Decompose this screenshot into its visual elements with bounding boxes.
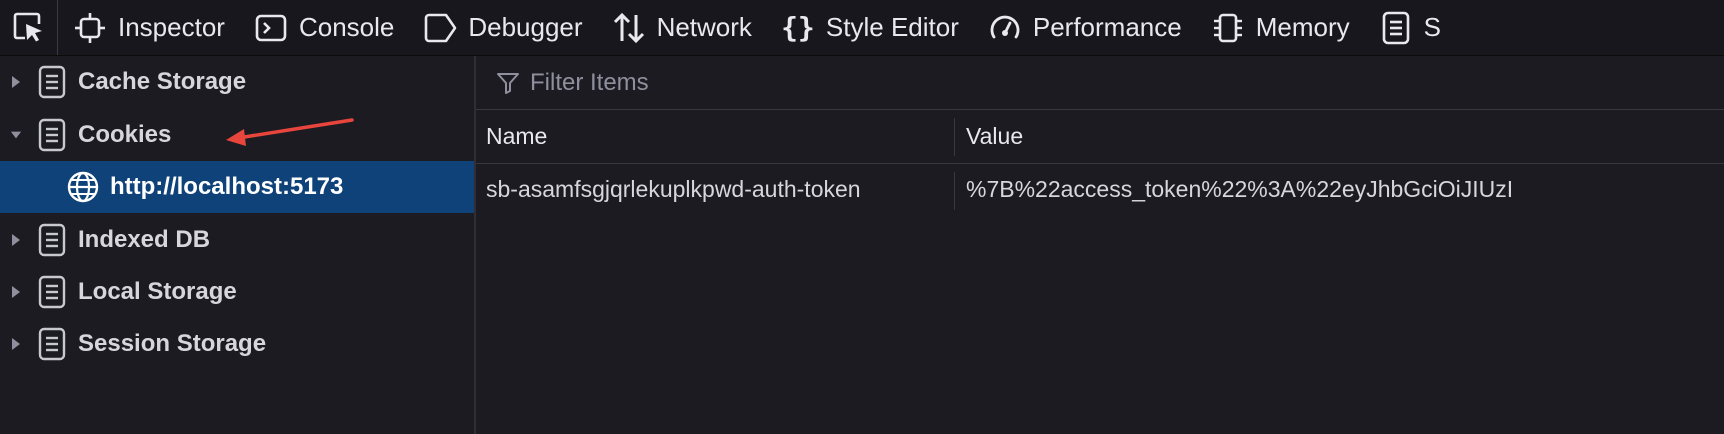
storage-icon [38, 65, 66, 99]
network-icon [611, 10, 647, 46]
annotation-arrow-icon [226, 118, 354, 146]
expand-arrow-icon[interactable] [10, 285, 22, 299]
tree-item-cache-storage[interactable]: Cache Storage [0, 56, 474, 108]
console-icon [253, 10, 289, 46]
column-header-name[interactable]: Name [476, 110, 954, 163]
cookies-table-panel: Name Value sb-asamfsgjqrlekuplkpwd-auth-… [476, 56, 1724, 434]
style-editor-icon: {} [781, 11, 815, 44]
tab-network[interactable]: Network [597, 0, 766, 55]
debugger-icon [422, 10, 458, 46]
performance-icon [987, 10, 1023, 46]
element-picker-button[interactable] [0, 0, 58, 55]
tab-label: Memory [1255, 12, 1350, 42]
expand-arrow-icon[interactable] [10, 337, 22, 351]
tab-label: Debugger [468, 12, 583, 42]
tree-item-label: Cookies [78, 121, 172, 148]
storage-icon [38, 327, 66, 361]
collapse-arrow-icon[interactable] [10, 128, 22, 142]
expand-arrow-icon[interactable] [10, 233, 22, 247]
tab-console[interactable]: Console [239, 0, 408, 55]
table-header: Name Value [476, 110, 1724, 164]
tree-item-local-storage[interactable]: Local Storage [0, 266, 474, 318]
cookie-name-cell[interactable]: sb-asamfsgjqrlekuplkpwd-auth-token [476, 164, 954, 214]
tab-style-editor[interactable]: {} Style Editor [766, 0, 973, 55]
globe-icon [66, 170, 100, 204]
tree-item-label: http://localhost:5173 [110, 173, 344, 200]
storage-icon [1378, 10, 1414, 46]
tab-label: Inspector [118, 12, 225, 42]
filter-items-input[interactable] [528, 67, 1132, 98]
element-picker-icon [13, 12, 42, 41]
tab-label: Network [656, 12, 752, 42]
tree-item-label: Local Storage [78, 278, 237, 305]
tab-debugger[interactable]: Debugger [408, 0, 596, 55]
tree-item-localhost-cookies[interactable]: http://localhost:5173 [0, 161, 474, 213]
tab-storage[interactable]: S [1364, 0, 1455, 55]
tree-item-label: Session Storage [78, 330, 267, 357]
tab-label: Console [298, 12, 395, 42]
filter-icon [496, 71, 520, 95]
memory-icon [1210, 10, 1246, 46]
tree-item-session-storage[interactable]: Session Storage [0, 318, 474, 370]
table-row[interactable]: sb-asamfsgjqrlekuplkpwd-auth-token %7B%2… [476, 164, 1724, 214]
storage-icon [38, 118, 66, 152]
tree-item-label: Cache Storage [78, 68, 247, 95]
tab-label: Performance [1032, 12, 1182, 42]
expand-arrow-icon[interactable] [10, 75, 22, 89]
column-divider [954, 172, 955, 210]
tab-memory[interactable]: Memory [1196, 0, 1364, 55]
column-divider[interactable] [954, 118, 955, 156]
tab-inspector[interactable]: Inspector [58, 0, 239, 55]
tab-label: Style Editor [825, 12, 959, 42]
inspector-icon [72, 10, 108, 46]
storage-icon [38, 223, 66, 257]
tab-performance[interactable]: Performance [973, 0, 1196, 55]
storage-sidebar: Cache Storage Cookies http://localhost:5… [0, 56, 476, 434]
tree-item-indexed-db[interactable]: Indexed DB [0, 214, 474, 266]
column-header-value[interactable]: Value [956, 110, 1724, 163]
tree-item-label: Indexed DB [78, 226, 211, 253]
cookie-value-cell[interactable]: %7B%22access_token%22%3A%22eyJhbGciOiJIU… [956, 164, 1724, 214]
filter-bar [476, 56, 1724, 110]
tab-label: S [1423, 12, 1441, 42]
devtools-toolbar: Inspector Console Debugger Network {} St… [0, 0, 1724, 56]
storage-icon [38, 275, 66, 309]
